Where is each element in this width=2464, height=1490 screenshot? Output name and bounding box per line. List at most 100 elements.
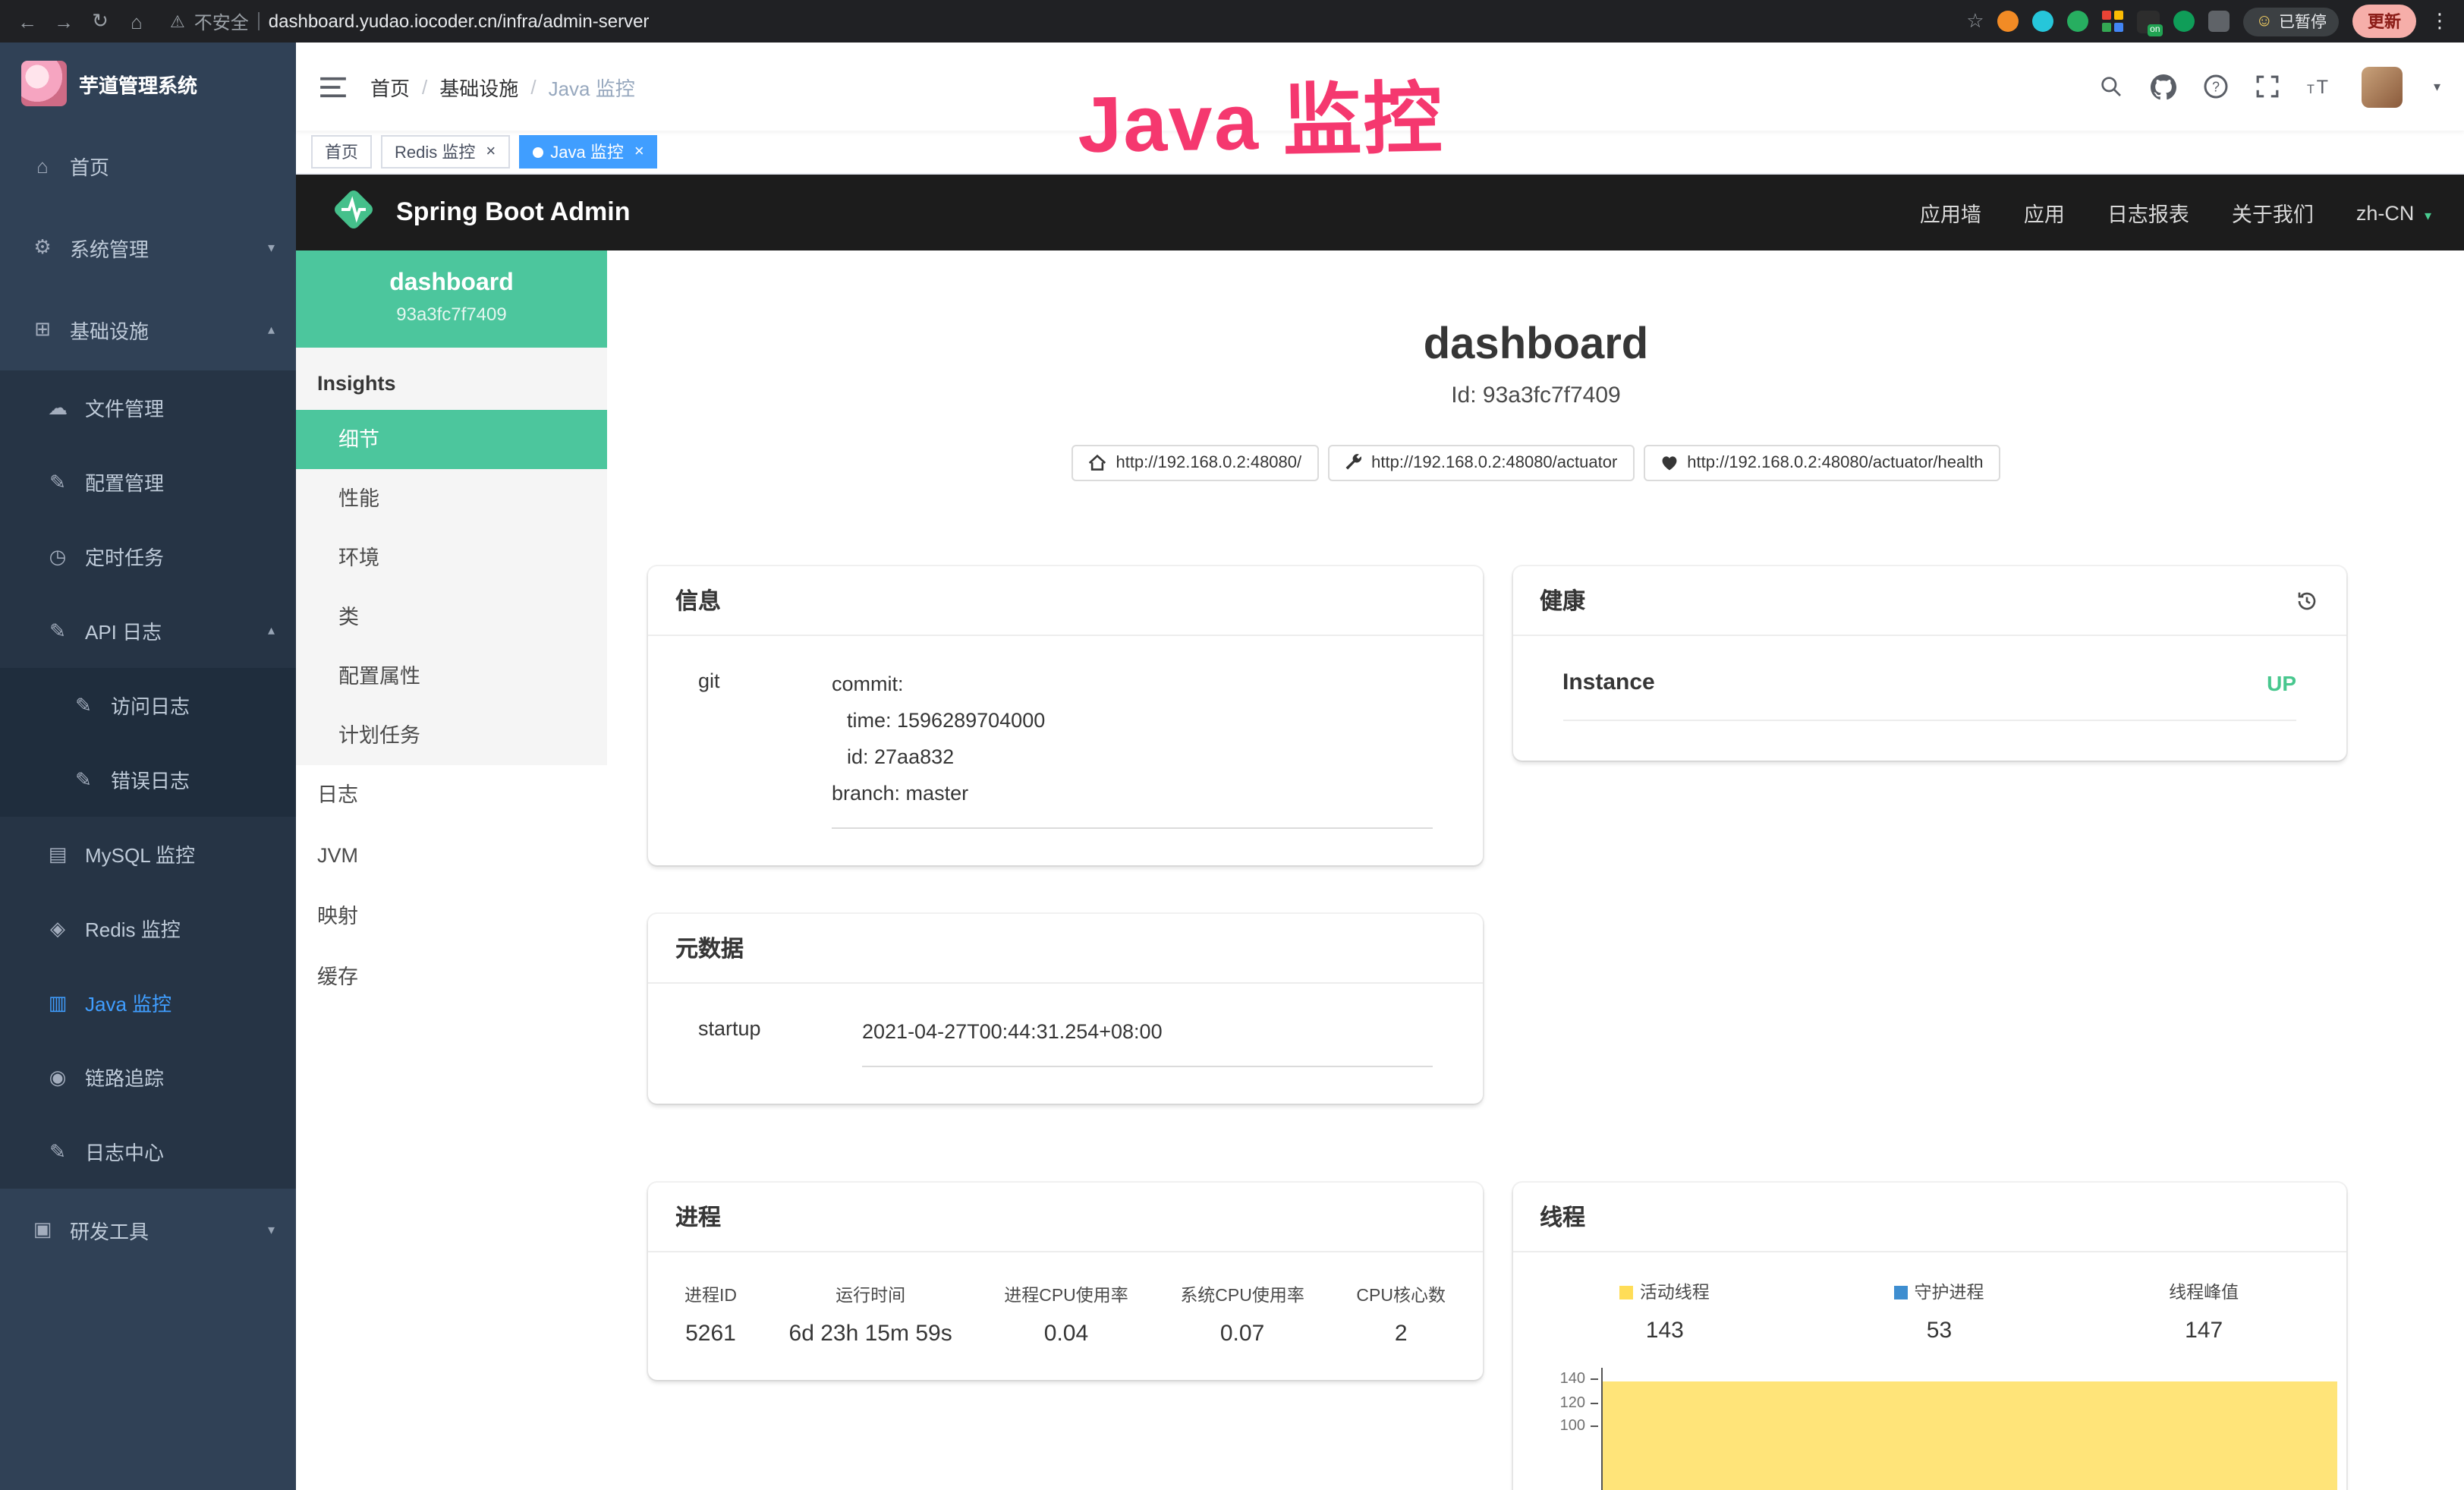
history-icon[interactable]: [2295, 588, 2319, 613]
menu-item-mappings[interactable]: 映射: [296, 887, 607, 947]
sidebar-item-trace[interactable]: ◉ 链路追踪: [0, 1040, 296, 1114]
github-icon[interactable]: [2151, 74, 2177, 99]
insights-label: Insights: [296, 348, 607, 410]
metadata-value: 2021-04-27T00:44:31.254+08:00: [862, 1014, 1432, 1067]
sba-nav-links: 应用墙 应用 日志报表 关于我们 zh-CN ▾: [1920, 197, 2431, 228]
sidebar-item-infrastructure[interactable]: ⊞ 基础设施 ▴: [0, 288, 296, 370]
update-button[interactable]: 更新: [2352, 5, 2416, 38]
menu-item-scheduled-tasks[interactable]: 计划任务: [296, 706, 607, 765]
sidebar-item-dev-tools[interactable]: ▣ 研发工具 ▾: [0, 1189, 296, 1271]
menu-item-details[interactable]: 细节: [296, 410, 607, 469]
menu-item-config-props[interactable]: 配置属性: [296, 647, 607, 706]
close-icon[interactable]: ×: [634, 143, 644, 160]
extension-icon[interactable]: [1998, 11, 2019, 32]
sidebar-item-redis-monitor[interactable]: ◈ Redis 监控: [0, 891, 296, 966]
extension-on-icon[interactable]: on: [2138, 10, 2160, 33]
sidebar-item-system-management[interactable]: ⚙ 系统管理 ▾: [0, 206, 296, 288]
extension-grid-icon[interactable]: [2103, 11, 2124, 32]
sidebar-item-api-logs[interactable]: ✎ API 日志 ▴: [0, 594, 296, 668]
forward-icon[interactable]: →: [52, 10, 76, 33]
reload-icon[interactable]: ↻: [88, 9, 112, 33]
avatar[interactable]: [2362, 66, 2403, 107]
edit-icon: ✎: [71, 767, 96, 792]
search-icon[interactable]: [2100, 74, 2124, 99]
help-icon[interactable]: ?: [2204, 74, 2229, 99]
tab-redis-monitor[interactable]: Redis 监控 ×: [381, 135, 509, 169]
legend-peak-threads: 线程峰值 147: [2169, 1280, 2239, 1344]
tab-home[interactable]: 首页: [311, 135, 372, 169]
metadata-card-title: 元数据: [675, 932, 744, 964]
tab-java-monitor[interactable]: Java 监控 ×: [518, 135, 657, 169]
process-card: 进程 进程ID 5261 运行时间: [648, 1183, 1482, 1380]
address-bar[interactable]: ⚠ 不安全 dashboard.yudao.iocoder.cn/infra/a…: [170, 8, 649, 34]
instance-link-root[interactable]: http://192.168.0.2:48080/: [1072, 445, 1318, 481]
sidebar-item-file-management[interactable]: ☁ 文件管理: [0, 370, 296, 445]
instance-link-health[interactable]: http://192.168.0.2:48080/actuator/health: [1643, 445, 2000, 481]
menu-item-environment[interactable]: 环境: [296, 528, 607, 587]
security-label: 不安全: [194, 8, 249, 34]
nav-journal[interactable]: 日志报表: [2107, 197, 2189, 228]
bookmark-star-icon[interactable]: ☆: [1966, 9, 1984, 33]
instance-label: Instance: [1562, 669, 1655, 695]
menu-item-logs[interactable]: 日志: [296, 765, 607, 826]
table-icon: ▤: [46, 842, 70, 866]
sidebar-item-config-management[interactable]: ✎ 配置管理: [0, 445, 296, 519]
instance-link-actuator[interactable]: http://192.168.0.2:48080/actuator: [1327, 445, 1634, 481]
monitor-icon: ▥: [46, 991, 70, 1015]
threads-card-title: 线程: [1540, 1201, 1585, 1233]
browser-menu-icon[interactable]: ⋮: [2430, 9, 2450, 33]
instance-header[interactable]: dashboard 93a3fc7f7409: [296, 250, 607, 348]
app-sidebar: 芋道管理系统 ⌂ 首页 ⚙ 系统管理 ▾ ⊞ 基础设施 ▴ ☁ 文件管理 ✎: [0, 43, 296, 1490]
nav-wall[interactable]: 应用墙: [1920, 197, 1981, 228]
chart-plot-area: [1600, 1368, 2337, 1490]
home-icon[interactable]: ⌂: [124, 10, 149, 33]
nav-applications[interactable]: 应用: [2024, 197, 2065, 228]
font-size-icon[interactable]: TT: [2308, 74, 2335, 99]
svg-text:?: ?: [2213, 79, 2220, 94]
extension-icon[interactable]: [2033, 11, 2054, 32]
menu-item-jvm[interactable]: JVM: [296, 826, 607, 887]
header-actions: ? TT ▾: [2100, 66, 2440, 107]
svg-text:T: T: [2308, 83, 2315, 96]
caret-down-icon[interactable]: ▾: [2434, 78, 2440, 95]
sidebar-item-home[interactable]: ⌂ 首页: [0, 124, 296, 206]
fullscreen-icon[interactable]: [2256, 74, 2280, 99]
nav-about[interactable]: 关于我们: [2232, 197, 2314, 228]
active-dot: [532, 146, 543, 157]
menu-item-classes[interactable]: 类: [296, 587, 607, 647]
sidebar-item-log-center[interactable]: ✎ 日志中心: [0, 1114, 296, 1189]
info-value: commit: time: 1596289704000 id: 27aa832 …: [832, 666, 1432, 829]
legend-swatch-yellow: [1620, 1285, 1634, 1299]
edit-icon: ✎: [46, 470, 70, 494]
annotation-java-monitor: Java 监控: [1077, 55, 1445, 175]
extension-icon[interactable]: [2068, 11, 2089, 32]
instance-links: http://192.168.0.2:48080/ http://192.168…: [607, 445, 2464, 481]
sidebar-item-mysql-monitor[interactable]: ▤ MySQL 监控: [0, 817, 296, 891]
instance-name: dashboard: [308, 270, 595, 298]
extension-icon[interactable]: [2174, 11, 2195, 32]
sba-logo-icon: [329, 184, 378, 241]
app-logo-row: 芋道管理系统: [0, 43, 296, 124]
instance-id: 93a3fc7f7409: [308, 304, 595, 325]
locale-select[interactable]: zh-CN ▾: [2356, 201, 2431, 224]
paused-badge[interactable]: ☺ 已暂停: [2244, 7, 2339, 36]
sidebar-item-scheduled-tasks[interactable]: ◷ 定时任务: [0, 519, 296, 594]
menu-item-caches[interactable]: 缓存: [296, 947, 607, 1008]
wrench-icon: [1344, 454, 1362, 472]
page-title: dashboard: [607, 320, 2464, 370]
breadcrumb-home[interactable]: 首页: [370, 72, 410, 101]
chevron-up-icon: ▴: [268, 321, 275, 338]
close-icon[interactable]: ×: [486, 143, 496, 160]
metadata-key: startup: [698, 1014, 862, 1067]
breadcrumb-section[interactable]: 基础设施: [439, 72, 518, 101]
hamburger-icon[interactable]: [320, 75, 346, 98]
sidebar-item-java-monitor[interactable]: ▥ Java 监控: [0, 966, 296, 1040]
sidebar-item-error-logs[interactable]: ✎ 错误日志: [0, 742, 296, 817]
metadata-card: 元数据 startup 2021-04-27T00:44:31.254+08:0…: [648, 914, 1482, 1104]
extensions-puzzle-icon[interactable]: [2209, 11, 2230, 32]
sidebar-item-access-logs[interactable]: ✎ 访问日志: [0, 668, 296, 742]
stat-process-cpu: 进程CPU使用率 0.04: [1004, 1283, 1128, 1347]
back-icon[interactable]: ←: [15, 10, 39, 33]
menu-item-performance[interactable]: 性能: [296, 469, 607, 528]
heart-icon: [1660, 454, 1678, 472]
